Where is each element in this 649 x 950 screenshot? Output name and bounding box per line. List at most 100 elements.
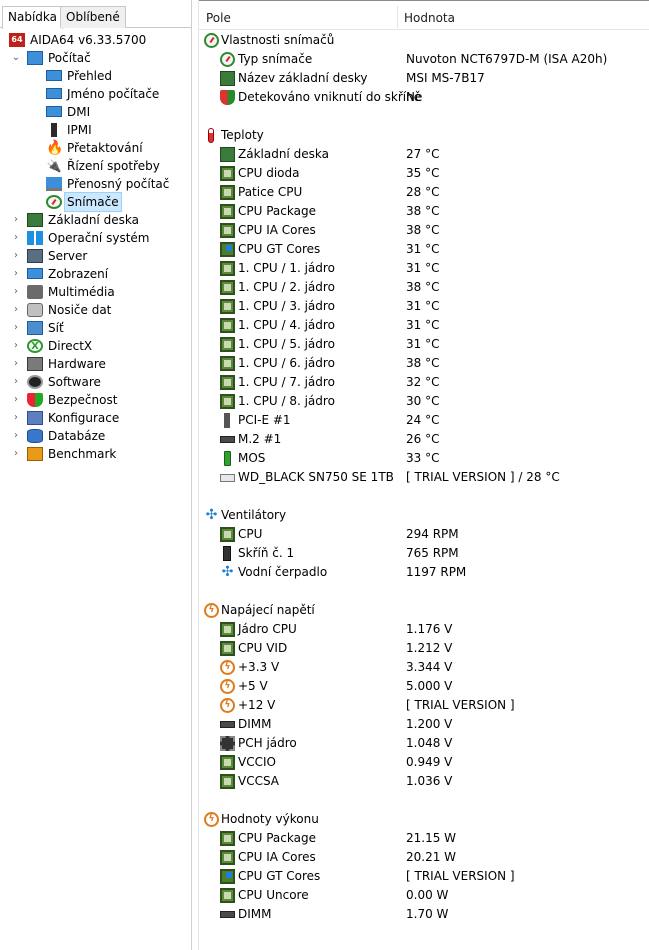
column-header-field[interactable]: Pole — [206, 11, 231, 25]
sensor-row[interactable]: CPU IA Cores 38 °C — [199, 221, 649, 240]
configuration-icon — [27, 411, 43, 425]
sensor-row[interactable]: CPU 294 RPM — [199, 525, 649, 544]
thermometer-icon — [208, 128, 214, 143]
sensor-row[interactable]: CPU IA Cores 20.21 W — [199, 848, 649, 867]
tree-item[interactable]: › Nosiče dat — [0, 301, 192, 319]
chevron-right-icon[interactable]: › — [11, 409, 21, 427]
chevron-right-icon[interactable]: › — [11, 283, 21, 301]
sensor-row[interactable]: 1. CPU / 8. jádro 30 °C — [199, 392, 649, 411]
sensor-row[interactable]: 1. CPU / 5. jádro 31 °C — [199, 335, 649, 354]
tree-item[interactable]: 🔌 Řízení spotřeby — [0, 157, 192, 175]
field-value: 31 °C — [406, 318, 440, 332]
sensor-row[interactable]: 1. CPU / 1. jádro 31 °C — [199, 259, 649, 278]
group-header-row[interactable]: Vlastnosti snímačů — [199, 31, 649, 50]
sensor-row[interactable]: 1. CPU / 7. jádro 32 °C — [199, 373, 649, 392]
tree-item[interactable]: › Konfigurace — [0, 409, 192, 427]
field-value: 0.00 W — [406, 888, 449, 902]
tree-item[interactable]: › X DirectX — [0, 337, 192, 355]
chevron-right-icon[interactable]: › — [11, 211, 21, 229]
tree-item[interactable]: › Databáze — [0, 427, 192, 445]
group-header-row[interactable]: ϟ Napájecí napětí — [199, 601, 649, 620]
sensor-row[interactable]: DIMM 1.70 W — [199, 905, 649, 924]
field-value: 31 °C — [406, 261, 440, 275]
sensor-row[interactable]: Základní deska 27 °C — [199, 145, 649, 164]
chevron-right-icon[interactable]: › — [11, 337, 21, 355]
sensor-row[interactable]: VCCIO 0.949 V — [199, 753, 649, 772]
field-value: [ TRIAL VERSION ] / 28 °C — [406, 470, 560, 484]
tree-item[interactable]: Přehled — [0, 67, 192, 85]
tree-item[interactable]: › Síť — [0, 319, 192, 337]
tree-item[interactable]: › Bezpečnost — [0, 391, 192, 409]
sensor-row[interactable]: PCH jádro 1.048 V — [199, 734, 649, 753]
sensor-row[interactable]: Typ snímače Nuvoton NCT6797D-M (ISA A20h) — [199, 50, 649, 69]
chevron-right-icon[interactable]: › — [11, 247, 21, 265]
sensor-row[interactable]: ϟ +12 V [ TRIAL VERSION ] — [199, 696, 649, 715]
tree-item[interactable]: Přenosný počítač — [0, 175, 192, 193]
chevron-right-icon[interactable]: › — [11, 373, 21, 391]
sensor-row[interactable]: M.2 #1 26 °C — [199, 430, 649, 449]
sensor-row[interactable]: 1. CPU / 4. jádro 31 °C — [199, 316, 649, 335]
tree-item[interactable]: › Operační systém — [0, 229, 192, 247]
tree-item[interactable]: › Hardware — [0, 355, 192, 373]
chevron-right-icon[interactable]: › — [11, 355, 21, 373]
sensor-row[interactable]: Patice CPU 28 °C — [199, 183, 649, 202]
sensor-row[interactable]: MOS 33 °C — [199, 449, 649, 468]
sensor-row[interactable]: 1. CPU / 2. jádro 38 °C — [199, 278, 649, 297]
chevron-right-icon[interactable]: › — [11, 427, 21, 445]
sensor-row[interactable]: CPU GT Cores [ TRIAL VERSION ] — [199, 867, 649, 886]
tree-item[interactable]: › Zobrazení — [0, 265, 192, 283]
chevron-right-icon[interactable]: › — [11, 319, 21, 337]
sensor-row[interactable]: ϟ +5 V 5.000 V — [199, 677, 649, 696]
tree-item[interactable]: 🔥 Přetaktování — [0, 139, 192, 157]
sensor-row[interactable]: CPU Uncore 0.00 W — [199, 886, 649, 905]
tree-item[interactable]: › Multimédia — [0, 283, 192, 301]
column-header-value[interactable]: Hodnota — [404, 11, 455, 25]
chevron-right-icon[interactable]: › — [11, 229, 21, 247]
field-value: 31 °C — [406, 242, 440, 256]
motherboard-icon — [27, 213, 43, 227]
sensor-row[interactable]: 1. CPU / 3. jádro 31 °C — [199, 297, 649, 316]
tab-menu[interactable]: Nabídka — [2, 6, 63, 29]
sensor-row[interactable]: ✣ Vodní čerpadlo 1197 RPM — [199, 563, 649, 582]
tab-favorites[interactable]: Oblíbené — [60, 6, 126, 28]
chevron-right-icon[interactable]: › — [11, 445, 21, 463]
tree-item-label: Nosiče dat — [48, 303, 112, 317]
sensor-row[interactable]: PCI-E #1 24 °C — [199, 411, 649, 430]
tree-item-label: Počítač — [48, 51, 91, 65]
tree-item[interactable]: IPMI — [0, 121, 192, 139]
chevron-down-icon[interactable]: ⌄ — [11, 49, 21, 67]
tree-item[interactable]: › Základní deska — [0, 211, 192, 229]
field-label: Typ snímače — [238, 52, 313, 66]
chevron-right-icon[interactable]: › — [11, 391, 21, 409]
tree-item[interactable]: DMI — [0, 103, 192, 121]
sensor-row[interactable]: CPU GT Cores 31 °C — [199, 240, 649, 259]
group-header-row[interactable]: ✣ Ventilátory — [199, 506, 649, 525]
field-label: Vodní čerpadlo — [238, 565, 328, 579]
sensor-row[interactable]: Skříň č. 1 765 RPM — [199, 544, 649, 563]
ipmi-icon — [51, 123, 57, 137]
sensor-row[interactable]: CPU VID 1.212 V — [199, 639, 649, 658]
ram-module-icon — [220, 911, 235, 918]
sensor-row[interactable]: CPU Package 21.15 W — [199, 829, 649, 848]
chevron-right-icon[interactable]: › — [11, 301, 21, 319]
tree-item[interactable]: 64 AIDA64 v6.33.5700 — [0, 31, 192, 49]
group-header-row[interactable]: Teploty — [199, 126, 649, 145]
tree-item[interactable]: › Software — [0, 373, 192, 391]
sensor-row[interactable]: CPU dioda 35 °C — [199, 164, 649, 183]
group-header-row[interactable]: ϟ Hodnoty výkonu — [199, 810, 649, 829]
chevron-right-icon[interactable]: › — [11, 265, 21, 283]
sensor-row[interactable]: VCCSA 1.036 V — [199, 772, 649, 791]
sensor-row[interactable]: WD_BLACK SN750 SE 1TB [ TRIAL VERSION ] /… — [199, 468, 649, 487]
tree-item[interactable]: › Server — [0, 247, 192, 265]
sensor-row[interactable]: CPU Package 38 °C — [199, 202, 649, 221]
tree-item[interactable]: › Benchmark — [0, 445, 192, 463]
sensor-row[interactable]: DIMM 1.200 V — [199, 715, 649, 734]
sensor-row[interactable]: Název základní desky MSI MS-7B17 — [199, 69, 649, 88]
tree-item[interactable]: Jméno počítače — [0, 85, 192, 103]
sensor-row[interactable]: Jádro CPU 1.176 V — [199, 620, 649, 639]
sensor-row[interactable]: 1. CPU / 6. jádro 38 °C — [199, 354, 649, 373]
tree-item[interactable]: ⌄ Počítač — [0, 49, 192, 67]
tree-item[interactable]: Snímače — [0, 192, 192, 212]
sensor-row[interactable]: ϟ +3.3 V 3.344 V — [199, 658, 649, 677]
sensor-row[interactable]: Detekováno vniknutí do skříně Ne — [199, 88, 649, 107]
